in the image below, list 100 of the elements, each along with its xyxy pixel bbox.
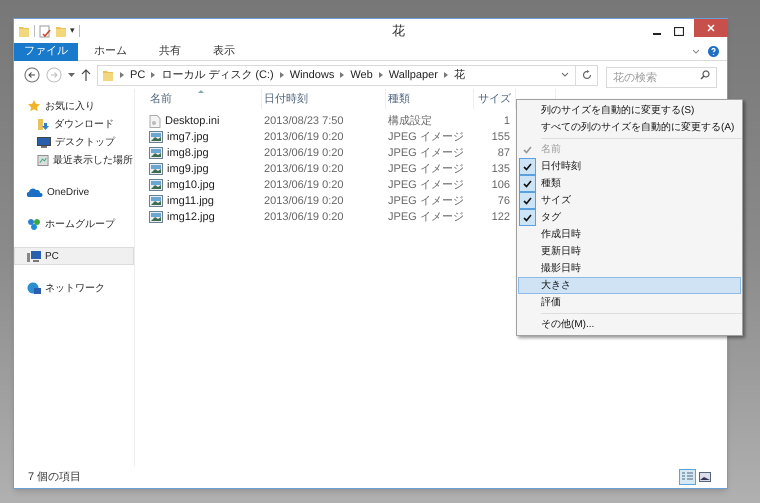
menu-item[interactable]: すべての列のサイズを自動的に変更する(A) <box>518 119 742 136</box>
size-cell: 106 <box>492 178 510 191</box>
nav-item[interactable]: PC <box>14 247 134 265</box>
type-cell: JPEG イメージ <box>388 210 464 223</box>
nav-item[interactable]: デスクトップ <box>14 133 134 151</box>
recent-dropdown-icon[interactable] <box>68 72 75 78</box>
menu-item[interactable]: 列のサイズを自動的に変更する(S) <box>518 102 742 119</box>
homegroup-icon <box>27 217 41 231</box>
maximize-icon[interactable] <box>674 26 684 36</box>
breadcrumb-arrow-icon[interactable] <box>151 72 156 78</box>
breadcrumb-arrow-icon[interactable] <box>378 72 383 78</box>
date-cell: 2013/06/19 0:20 <box>264 146 344 159</box>
menu-item[interactable]: その他(M)... <box>518 316 742 333</box>
size-cell: 87 <box>498 146 510 159</box>
file-name: img9.jpg <box>167 162 209 177</box>
details-view-icon <box>682 472 693 482</box>
menu-item[interactable]: 種類 <box>518 175 742 192</box>
breadcrumb[interactable]: PC <box>130 66 146 84</box>
window-title: 花 <box>391 22 406 40</box>
close-icon <box>707 24 715 32</box>
size-cell: 122 <box>492 210 510 223</box>
file-name: img7.jpg <box>167 130 209 145</box>
properties-icon[interactable] <box>39 24 51 38</box>
image-file-icon <box>149 211 163 223</box>
computer-icon <box>27 250 41 262</box>
settings-file-icon <box>149 114 161 128</box>
nav-item[interactable]: OneDrive <box>14 183 134 201</box>
size-cell: 76 <box>498 194 510 207</box>
menu-item[interactable]: 作成日時 <box>518 226 742 243</box>
ribbon-tab[interactable]: ホーム <box>84 42 137 60</box>
up-arrow-icon[interactable] <box>81 69 91 81</box>
date-cell: 2013/08/23 7:50 <box>264 114 344 127</box>
breadcrumb-arrow-icon[interactable] <box>340 72 344 78</box>
ribbon-tab[interactable]: 表示 <box>203 42 245 60</box>
type-cell: JPEG イメージ <box>388 130 464 143</box>
menu-item[interactable]: 日付時刻 <box>518 158 742 175</box>
image-file-icon <box>149 147 163 159</box>
breadcrumb-arrow-icon[interactable] <box>280 72 284 78</box>
date-cell: 2013/06/19 0:20 <box>264 178 344 191</box>
size-cell: 1 <box>504 114 510 127</box>
column-header[interactable]: 名前 <box>150 90 172 108</box>
nav-item[interactable]: 最近表示した場所 <box>14 151 134 169</box>
file-name: img8.jpg <box>167 146 209 161</box>
nav-item[interactable]: お気に入り <box>14 97 134 115</box>
download-folder-icon <box>37 118 50 130</box>
image-file-icon <box>149 179 163 191</box>
type-cell: JPEG イメージ <box>388 162 464 175</box>
nav-item[interactable]: ネットワーク <box>14 279 134 297</box>
refresh-icon[interactable] <box>582 70 592 80</box>
type-cell: JPEG イメージ <box>388 178 464 191</box>
address-bar[interactable]: PC ローカル ディスク (C:) Windows Web Wallpaper 花 <box>97 64 598 86</box>
details-view-button[interactable] <box>679 469 696 485</box>
chevron-down-icon[interactable] <box>692 48 700 54</box>
menu-item[interactable]: 更新日時 <box>518 243 742 260</box>
folder-icon <box>18 24 30 38</box>
customize-toolbar-button[interactable]: ▾ <box>70 24 75 38</box>
date-cell: 2013/06/19 0:20 <box>264 194 344 207</box>
breadcrumb-arrow-icon[interactable] <box>120 72 124 78</box>
nav-item[interactable]: ダウンロード <box>14 115 134 133</box>
breadcrumb[interactable]: 花 <box>454 66 465 84</box>
breadcrumb[interactable]: Wallpaper <box>388 66 438 84</box>
size-cell: 155 <box>492 130 510 143</box>
search-field[interactable]: 花の検索 <box>606 67 717 88</box>
type-cell: 構成設定 <box>388 114 432 127</box>
nav-item[interactable]: ホームグループ <box>14 215 134 233</box>
column-header[interactable]: 日付時刻 <box>264 90 308 108</box>
breadcrumb[interactable]: ローカル ディスク (C:) <box>161 66 274 84</box>
menu-item[interactable]: タグ <box>518 209 742 226</box>
column-header[interactable]: サイズ <box>478 90 511 108</box>
menu-item[interactable]: サイズ <box>518 192 742 209</box>
breadcrumb[interactable]: Windows <box>290 66 334 84</box>
file-name: Desktop.ini <box>165 114 220 129</box>
image-file-icon <box>149 163 163 175</box>
ribbon-tab[interactable]: 共有 <box>149 42 191 60</box>
file-name: img10.jpg <box>167 178 215 193</box>
help-icon[interactable] <box>708 46 719 57</box>
column-header[interactable]: 種類 <box>388 90 410 108</box>
close-button[interactable] <box>694 19 728 37</box>
type-cell: JPEG イメージ <box>388 146 464 159</box>
type-cell: JPEG イメージ <box>388 194 464 207</box>
file-name: img12.jpg <box>167 210 215 225</box>
menu-item[interactable]: 大きさ <box>518 277 742 294</box>
menu-item[interactable]: 評価 <box>518 294 742 311</box>
file-name: img11.jpg <box>167 194 214 209</box>
desktop-icon <box>37 136 51 148</box>
image-file-icon <box>149 131 163 143</box>
thumbnail-view-icon <box>698 472 710 482</box>
sort-up-icon <box>198 89 204 93</box>
size-cell: 135 <box>492 162 510 175</box>
cloud-icon <box>27 187 43 197</box>
folder-icon <box>102 68 114 82</box>
item-count: 7 個の項目 <box>28 470 82 485</box>
menu-item[interactable]: 撮影日時 <box>518 260 742 277</box>
back-icon[interactable] <box>24 67 40 83</box>
thumbnails-view-button[interactable] <box>696 469 713 485</box>
chevron-down-icon[interactable] <box>561 72 569 78</box>
new-folder-icon <box>55 24 67 38</box>
breadcrumb-arrow-icon[interactable] <box>444 72 448 78</box>
breadcrumb[interactable]: Web <box>350 66 373 84</box>
ribbon-tab[interactable]: ファイル <box>14 42 78 60</box>
